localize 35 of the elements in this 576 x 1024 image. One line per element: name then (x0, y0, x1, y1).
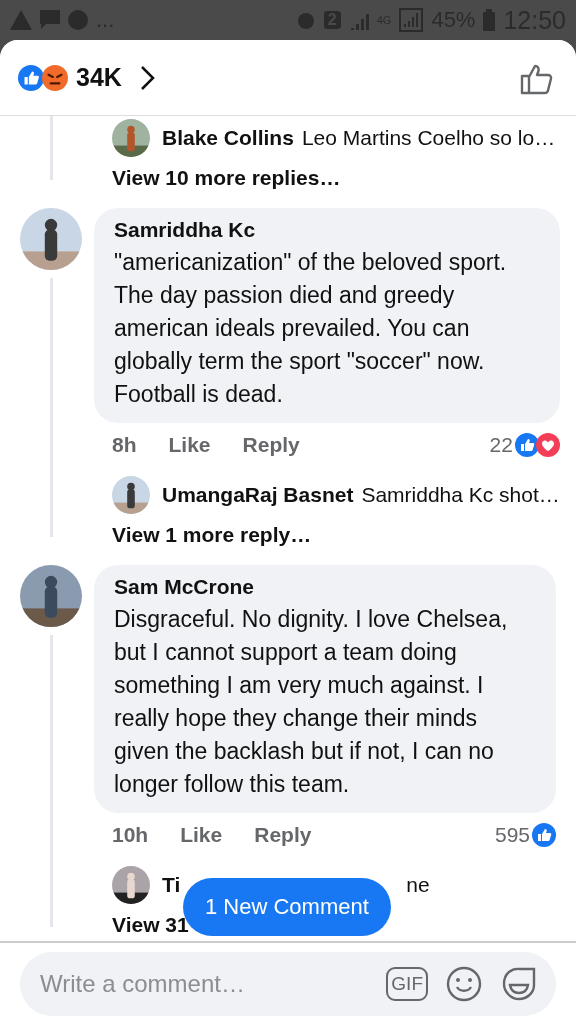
comment-text: "americanization" of the beloved sport. The day passion died and greedy american ideals prevailed. You can globally term the sport "soccer" now. Football is dead. (114, 248, 508, 409)
reply-author[interactable]: Blake Collins (162, 126, 294, 150)
view-more-replies-link[interactable]: View 1 more reply… (94, 519, 560, 565)
like-icon (514, 433, 539, 457)
reply-snippet: ne (406, 873, 430, 897)
warning-icon (10, 10, 32, 30)
comment-author[interactable]: Samriddha Kc (114, 218, 540, 242)
comment-time: 8h (112, 433, 137, 457)
view-more-replies-link[interactable]: View 10 more replies… (94, 162, 556, 208)
like-link[interactable]: Like (180, 823, 223, 847)
like-icon (532, 823, 556, 847)
reaction-count[interactable]: 595 (494, 823, 530, 847)
chevron-right-icon[interactable] (139, 64, 156, 91)
smiley-icon[interactable] (446, 966, 482, 1002)
like-link[interactable]: Like (168, 433, 211, 457)
comment-text: Disgraceful. No dignity. I love Chelsea, but I cannot support a team doing something I am very much against. I really hope they change their minds given the backlash but if not, I can no longer follow this team. (114, 605, 509, 799)
reply-author[interactable]: UmangaRaj Basnet (162, 483, 354, 507)
message-icon (40, 10, 60, 30)
sticker-icon[interactable] (500, 965, 538, 1003)
like-icon (18, 64, 44, 91)
reaction-count[interactable]: 34K (76, 63, 122, 92)
reply-snippet: Samriddha Kc shot… (361, 483, 560, 507)
battery-icon (483, 9, 496, 31)
gif-button[interactable]: GIF (386, 967, 428, 1001)
more-notifications: ... (96, 7, 115, 33)
signal-icon (399, 8, 424, 32)
angry-face-icon (42, 64, 68, 91)
reply-link[interactable]: Reply (242, 433, 300, 457)
reaction-count[interactable]: 22 (489, 433, 513, 457)
reply-author[interactable]: Ti (162, 873, 181, 897)
comment-field[interactable]: Write a comment… GIF (20, 952, 556, 1016)
reply-snippet: Leo Martins Coelho so lo… (301, 126, 556, 150)
reply-link[interactable]: Reply (254, 823, 312, 847)
comment-time: 10h (112, 823, 149, 847)
comment-author[interactable]: Sam McCrone (114, 575, 536, 599)
